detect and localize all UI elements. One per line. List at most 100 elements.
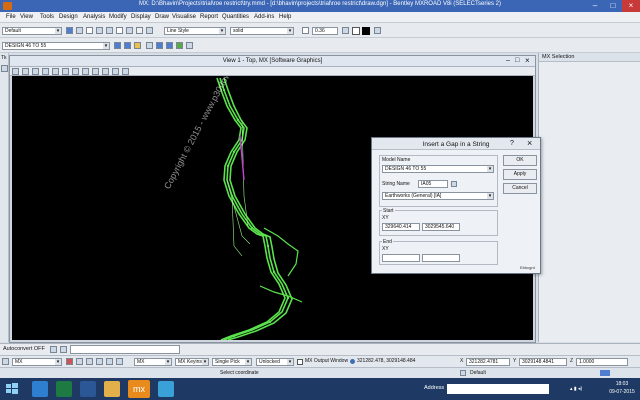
weight-icon[interactable] bbox=[302, 27, 309, 34]
menu-addins[interactable]: Add-ins bbox=[254, 14, 274, 20]
excel-icon[interactable] bbox=[56, 381, 72, 397]
string-name-field[interactable]: IA05 bbox=[418, 180, 448, 188]
menu-view[interactable]: View bbox=[20, 14, 33, 20]
display-style-icon[interactable] bbox=[22, 68, 29, 75]
dialog-close-button[interactable]: × bbox=[527, 138, 532, 148]
line-style-combo[interactable]: Line Style ▾ bbox=[164, 27, 226, 35]
command-input[interactable] bbox=[70, 345, 180, 354]
style-swatch-icon[interactable] bbox=[146, 27, 153, 34]
lock-combo[interactable]: Unlocked ▾ bbox=[256, 358, 294, 366]
view-maximize-button[interactable]: □ bbox=[515, 57, 519, 64]
window-area-icon[interactable] bbox=[62, 68, 69, 75]
menu-modify[interactable]: Modify bbox=[109, 14, 127, 20]
mx-icon[interactable]: mx bbox=[128, 380, 150, 398]
start-y-field[interactable]: 3029545.640 bbox=[422, 223, 460, 231]
minimize-button[interactable]: – bbox=[586, 0, 604, 12]
mode-combo[interactable]: MX ▾ bbox=[12, 358, 62, 366]
weight-combo[interactable]: 0.36 bbox=[312, 27, 338, 35]
fill-white-icon[interactable] bbox=[352, 27, 360, 35]
model-icon[interactable] bbox=[146, 42, 153, 49]
menu-tools[interactable]: Tools bbox=[40, 14, 54, 20]
zoom-in-icon[interactable] bbox=[42, 68, 49, 75]
folder-open-icon[interactable] bbox=[134, 42, 141, 49]
copy-view-icon[interactable] bbox=[122, 68, 129, 75]
ie-icon[interactable] bbox=[32, 381, 48, 397]
stop-icon[interactable] bbox=[66, 358, 73, 365]
save-all-icon[interactable] bbox=[124, 42, 131, 49]
menu-design[interactable]: Design bbox=[59, 14, 78, 20]
zoom-out-icon[interactable] bbox=[52, 68, 59, 75]
line-weight-icon[interactable] bbox=[86, 27, 93, 34]
clock-date[interactable]: 09-07-2015 bbox=[606, 389, 638, 395]
view-minimize-button[interactable]: – bbox=[506, 57, 510, 64]
clock-time[interactable]: 18:03 bbox=[608, 381, 636, 387]
ok-icon[interactable] bbox=[176, 42, 183, 49]
end-y-field[interactable] bbox=[422, 254, 460, 262]
element-info-icon[interactable] bbox=[116, 27, 123, 34]
bentley-icon[interactable] bbox=[158, 381, 174, 397]
word-icon[interactable] bbox=[80, 381, 96, 397]
options-icon[interactable] bbox=[186, 42, 193, 49]
tool-e-icon[interactable] bbox=[116, 358, 123, 365]
autoconvert-icon[interactable] bbox=[50, 346, 57, 353]
tool-d-icon[interactable] bbox=[106, 358, 113, 365]
mx-combo[interactable]: MX ▾ bbox=[134, 358, 172, 366]
level-manager-icon[interactable] bbox=[66, 27, 73, 34]
rotate-view-icon[interactable] bbox=[82, 68, 89, 75]
mx-mode-icon[interactable] bbox=[2, 358, 9, 365]
cancel-button[interactable]: Cancel bbox=[503, 183, 537, 194]
address-input[interactable] bbox=[447, 384, 549, 394]
view-close-button[interactable]: × bbox=[525, 56, 530, 65]
tray-icons[interactable]: ▴ ▮ ◂) bbox=[570, 386, 582, 392]
maximize-button[interactable]: □ bbox=[604, 0, 622, 12]
lock-icon[interactable] bbox=[460, 370, 466, 376]
save-icon[interactable] bbox=[114, 42, 121, 49]
tool-icon[interactable] bbox=[1, 65, 8, 72]
menu-visualise[interactable]: Visualise bbox=[172, 14, 196, 20]
folder-icon[interactable] bbox=[104, 381, 120, 397]
fit-view-icon[interactable] bbox=[72, 68, 79, 75]
view-previous-icon[interactable] bbox=[102, 68, 109, 75]
output-window-checkbox[interactable] bbox=[297, 359, 303, 365]
tool-b-icon[interactable] bbox=[86, 358, 93, 365]
z-coordinate-field[interactable]: 1.0000 bbox=[576, 358, 628, 366]
keyins-combo[interactable]: MX Keyins ▾ bbox=[175, 358, 209, 366]
menu-quantities[interactable]: Quantities bbox=[222, 14, 249, 20]
element-template-icon[interactable] bbox=[96, 27, 103, 34]
ok-button[interactable]: OK bbox=[503, 155, 537, 166]
weight-swatch-icon[interactable] bbox=[136, 27, 143, 34]
menu-help[interactable]: Help bbox=[279, 14, 291, 20]
level-combo[interactable]: Default ▾ bbox=[2, 27, 62, 35]
apply-button[interactable]: Apply bbox=[503, 169, 537, 180]
start-button[interactable] bbox=[4, 381, 20, 397]
fill-black-icon[interactable] bbox=[362, 27, 370, 35]
start-x-field[interactable]: 329640.414 bbox=[382, 223, 420, 231]
close-button[interactable]: × bbox=[622, 0, 640, 12]
model-name-field[interactable]: DESIGN 46 TO 55 ▾ bbox=[382, 165, 494, 173]
pan-view-icon[interactable] bbox=[92, 68, 99, 75]
model-combo[interactable]: DESIGN 46 TO 55 ▾ bbox=[2, 42, 110, 50]
help-button[interactable]: ? bbox=[510, 140, 514, 147]
update-view-icon[interactable] bbox=[32, 68, 39, 75]
end-x-field[interactable] bbox=[382, 254, 420, 262]
active-level-icon[interactable] bbox=[106, 27, 113, 34]
menu-display[interactable]: Display bbox=[131, 14, 151, 20]
tool-c-icon[interactable] bbox=[96, 358, 103, 365]
menu-analysis[interactable]: Analysis bbox=[83, 14, 105, 20]
autoconvert-label[interactable]: Autoconvert OFF bbox=[3, 346, 45, 352]
fill-mode-icon[interactable] bbox=[374, 27, 381, 34]
pick-mode-combo[interactable]: Single Pick ▾ bbox=[212, 358, 252, 366]
attribute-icon[interactable] bbox=[126, 27, 133, 34]
menu-report[interactable]: Report bbox=[200, 14, 218, 20]
view-next-icon[interactable] bbox=[112, 68, 119, 75]
color-icon[interactable] bbox=[76, 27, 83, 34]
x-coordinate-field[interactable]: 321282.4781 bbox=[466, 358, 510, 366]
menu-draw[interactable]: Draw bbox=[155, 14, 169, 20]
tool-a-icon[interactable] bbox=[76, 358, 83, 365]
transparency-icon[interactable] bbox=[342, 27, 349, 34]
linestyle-combo[interactable]: solid ▾ bbox=[230, 27, 294, 35]
string-pick-icon[interactable] bbox=[451, 181, 457, 187]
command-icon[interactable] bbox=[60, 346, 67, 353]
menu-file[interactable]: File bbox=[6, 14, 16, 20]
view-attributes-icon[interactable] bbox=[12, 68, 19, 75]
